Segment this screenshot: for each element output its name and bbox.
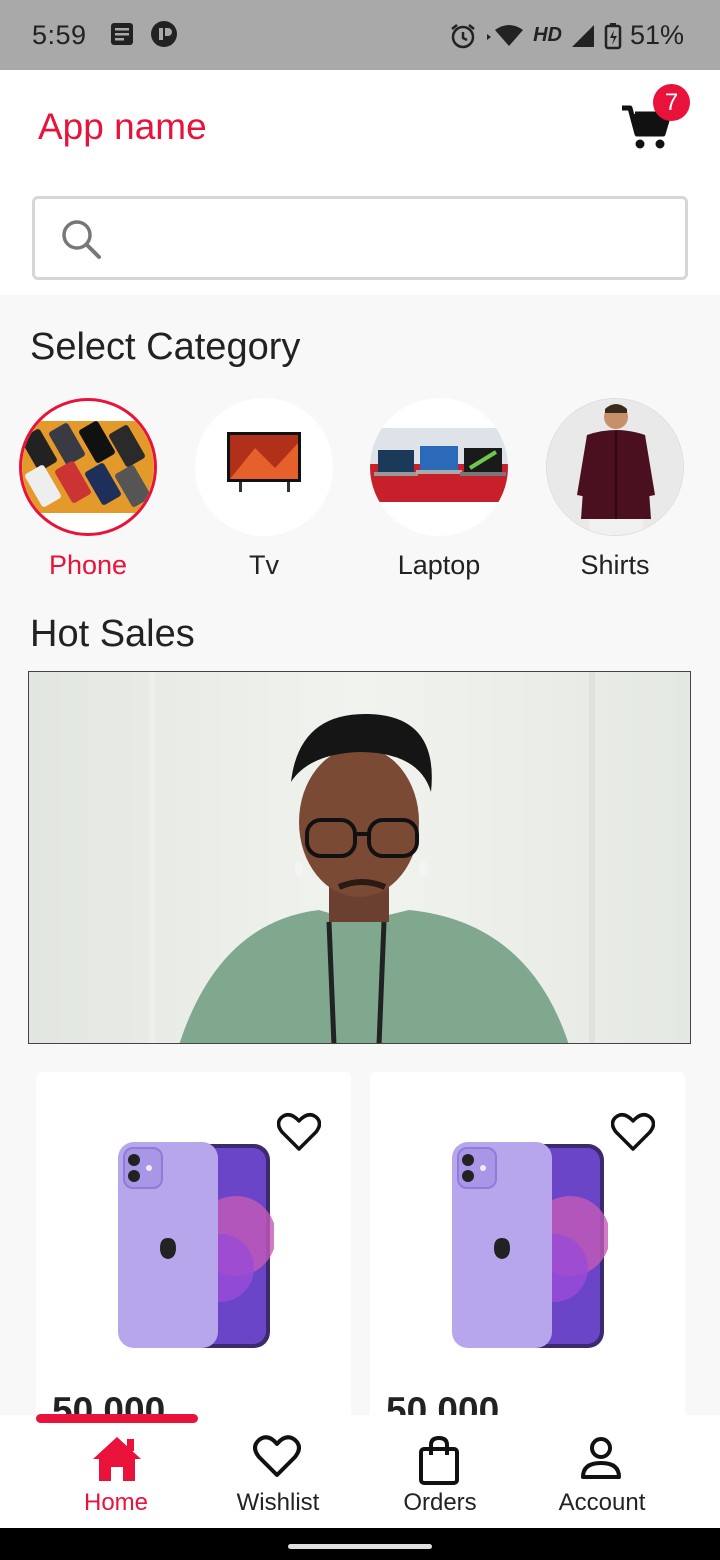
nav-item-account[interactable]: Account <box>522 1415 682 1528</box>
favorite-icon[interactable] <box>277 1112 321 1152</box>
wifi-icon <box>487 24 524 46</box>
battery-icon <box>604 22 622 49</box>
nav-label-account: Account <box>558 1489 646 1516</box>
category-item-phone[interactable]: Phone <box>18 398 158 581</box>
status-time: 5:59 <box>32 20 87 50</box>
search-icon <box>62 220 101 259</box>
category-label: Tv <box>249 550 279 580</box>
active-tab-indicator <box>36 1414 198 1423</box>
battery-level: 51% <box>629 20 684 50</box>
bottom-navigation: Home Wishlist Orders Account <box>0 1415 720 1528</box>
category-item-laptop[interactable]: Laptop <box>369 398 509 581</box>
nav-item-orders[interactable]: Orders <box>360 1415 520 1528</box>
cart-count-badge: 7 <box>653 84 690 121</box>
category-image-laptop <box>370 398 508 536</box>
network-type: HD <box>533 24 562 46</box>
category-section-title: Select Category <box>30 326 301 368</box>
category-image-tv <box>195 398 333 536</box>
search-input[interactable] <box>32 196 688 280</box>
category-label: Laptop <box>397 550 481 580</box>
category-image-shirts <box>546 398 684 536</box>
category-list: Phone Tv Laptop Shirts <box>0 398 720 588</box>
category-image-phone <box>19 398 157 536</box>
shopping-bag-icon <box>419 1435 459 1485</box>
category-label: Shirts <box>580 550 650 580</box>
product-image <box>452 1142 608 1348</box>
category-label: Phone <box>48 550 128 580</box>
nav-item-home[interactable]: Home <box>36 1415 196 1528</box>
alarm-icon <box>451 23 475 48</box>
nav-label-orders: Orders <box>403 1489 477 1516</box>
system-navigation-bar <box>0 1528 720 1560</box>
news-icon <box>111 23 133 45</box>
person-icon <box>581 1437 621 1479</box>
home-icon <box>93 1437 141 1481</box>
category-item-tv[interactable]: Tv <box>194 398 334 581</box>
hot-sales-banner[interactable] <box>28 671 691 1044</box>
product-card[interactable]: 50,000 <box>370 1072 685 1472</box>
signal-icon <box>571 24 594 47</box>
nav-item-wishlist[interactable]: Wishlist <box>198 1415 358 1528</box>
favorite-icon[interactable] <box>611 1112 655 1152</box>
nav-label-wishlist: Wishlist <box>236 1489 320 1516</box>
product-card[interactable]: 50,000 <box>36 1072 351 1472</box>
app-bar: App name <box>0 70 720 295</box>
nav-label-home: Home <box>83 1489 149 1516</box>
product-image <box>118 1142 274 1348</box>
status-bar: 5:59 HD 51% <box>0 0 720 70</box>
heart-icon <box>253 1435 301 1477</box>
app-title: App name <box>38 106 207 147</box>
hot-sales-title: Hot Sales <box>30 613 195 655</box>
app-notification-icon <box>151 21 177 47</box>
category-item-shirts[interactable]: Shirts <box>545 398 685 581</box>
home-gesture-handle[interactable] <box>288 1544 432 1549</box>
